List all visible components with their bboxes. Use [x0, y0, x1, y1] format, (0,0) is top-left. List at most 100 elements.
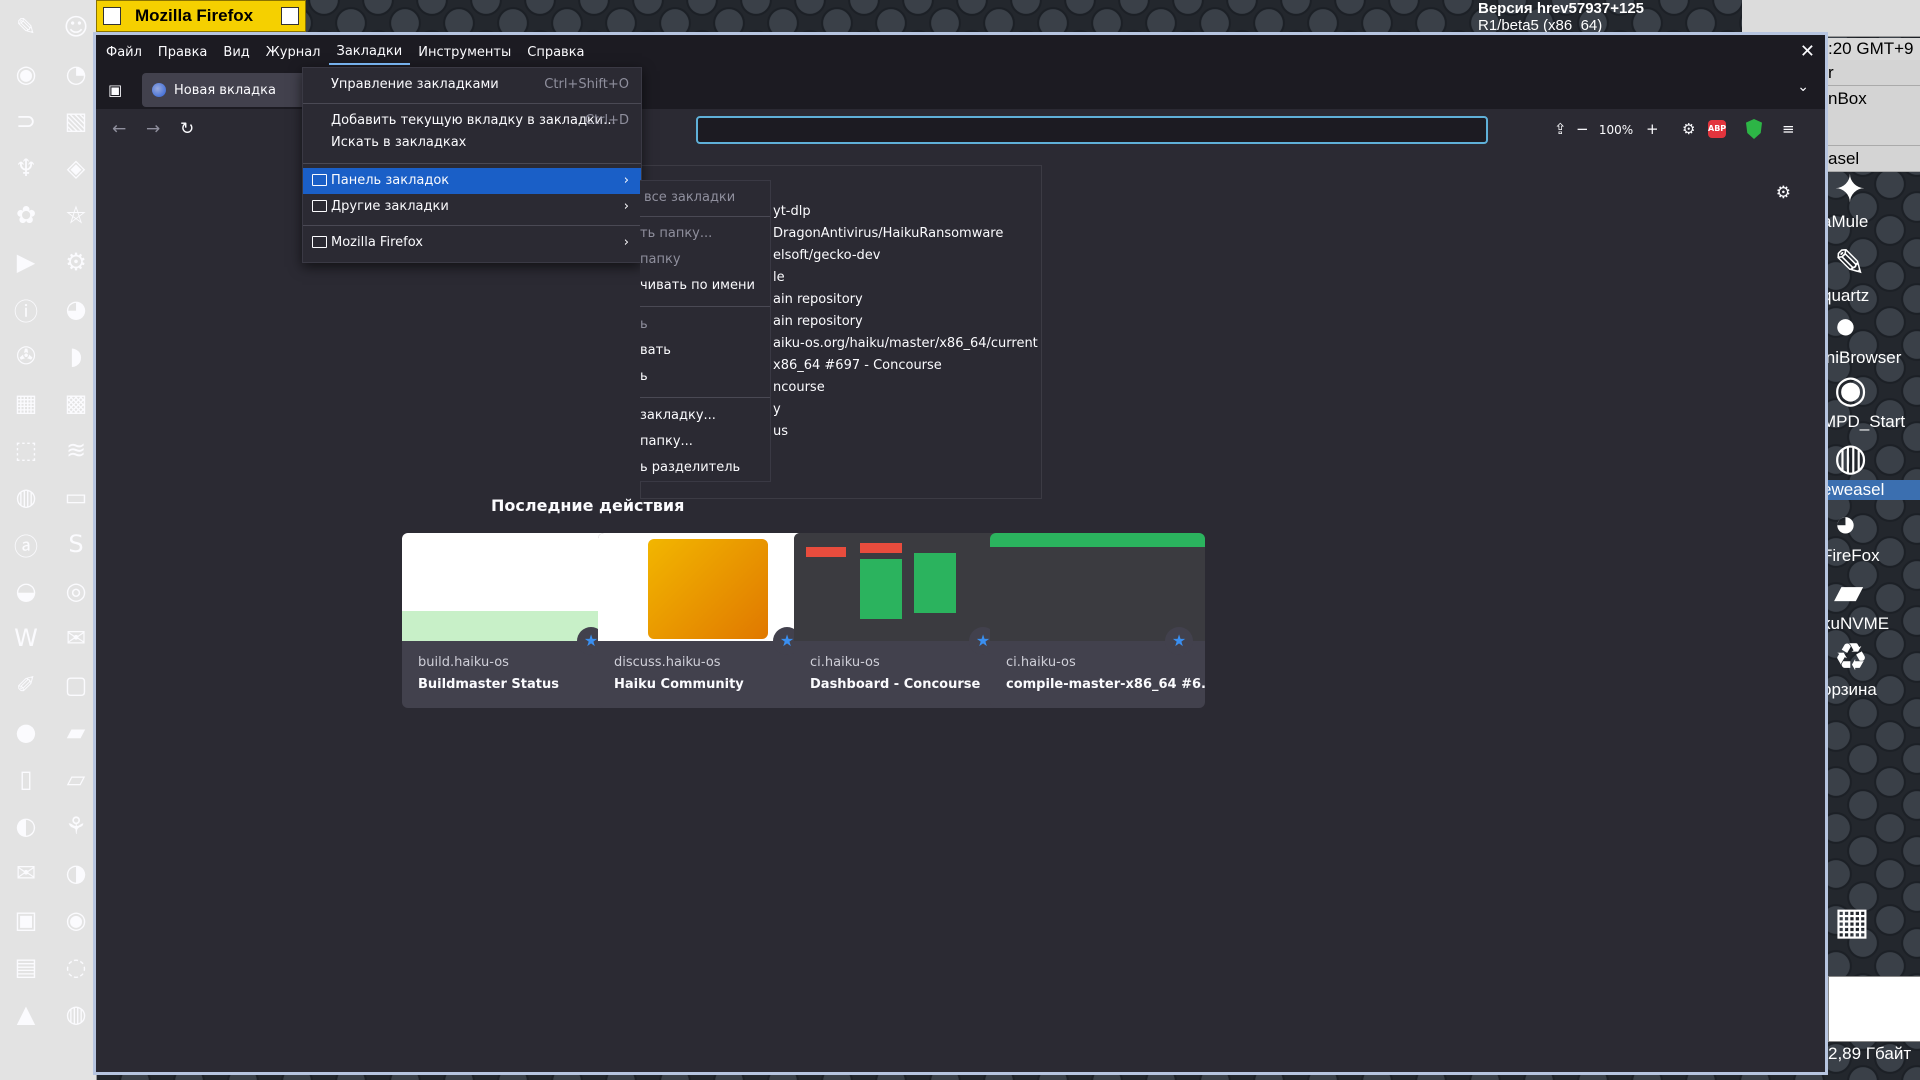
menu-item-mozilla-firefox[interactable]: Mozilla Firefox ›: [303, 230, 641, 256]
app-icon[interactable]: ●: [9, 711, 43, 753]
share-icon[interactable]: ⇪: [1554, 120, 1567, 138]
menu-history[interactable]: Журнал: [258, 42, 329, 64]
app-icon[interactable]: ◑: [59, 852, 93, 894]
app-icon[interactable]: ▰: [59, 711, 93, 753]
bookmark-item[interactable]: y: [773, 402, 781, 417]
gear-icon[interactable]: ⚙: [1682, 120, 1695, 138]
app-icon[interactable]: ▦: [9, 382, 43, 424]
menu-item-search-bookmarks[interactable]: Искать в закладках: [303, 130, 641, 156]
app-icon[interactable]: ⚙: [59, 241, 93, 283]
app-icon[interactable]: W: [9, 617, 43, 659]
desktop-icon-amule[interactable]: ✦ aMule: [1822, 168, 1920, 232]
menu-item-manage-bookmarks[interactable]: Управление закладками Ctrl+Shift+O: [303, 72, 641, 98]
menu-tools[interactable]: Инструменты: [410, 42, 519, 64]
menu-item-add-folder[interactable]: папку...: [640, 429, 770, 455]
gear-icon[interactable]: ⚙: [1776, 183, 1791, 203]
back-icon[interactable]: ←: [112, 119, 126, 139]
bookmark-item[interactable]: ain repository: [773, 314, 863, 329]
app-icon[interactable]: ◉: [59, 899, 93, 941]
app-icon[interactable]: ♆: [9, 147, 43, 189]
menu-item-open-all[interactable]: все закладки: [640, 185, 770, 211]
app-icon[interactable]: ◕: [59, 288, 93, 330]
app-icon[interactable]: ◒: [9, 570, 43, 612]
app-icon[interactable]: ☺: [59, 6, 93, 48]
bookmark-item[interactable]: yt-dlp: [773, 204, 811, 219]
app-icon[interactable]: ✇: [9, 335, 43, 377]
bookmark-item[interactable]: us: [773, 424, 788, 439]
recent-card[interactable]: ★ ci.haiku-os compile-master-x86_64 #6..…: [990, 533, 1205, 708]
app-icon[interactable]: ⓘ: [9, 288, 43, 330]
menu-item[interactable]: вать: [640, 338, 770, 364]
close-icon[interactable]: ✕: [1800, 41, 1815, 62]
app-icon[interactable]: ⬚: [9, 429, 43, 471]
zoom-in-icon[interactable]: +: [1646, 120, 1659, 138]
reload-icon[interactable]: ↻: [180, 119, 194, 139]
bookmark-item[interactable]: elsoft/gecko-dev: [773, 248, 880, 263]
desktop-icon-mpd[interactable]: ◉ MPD_Start: [1822, 368, 1920, 432]
app-icon[interactable]: ▩: [59, 382, 93, 424]
menu-item-add-separator[interactable]: ь разделитель: [640, 455, 770, 481]
zoom-level[interactable]: 100%: [1594, 119, 1638, 141]
app-icon[interactable]: ✎: [9, 6, 43, 48]
app-icon[interactable]: S: [59, 523, 93, 565]
shield-icon[interactable]: [1746, 119, 1762, 139]
app-icon[interactable]: ▧: [59, 100, 93, 142]
menu-item[interactable]: ь: [640, 364, 770, 390]
recent-card[interactable]: ★ ci.haiku-os Dashboard - Concourse: [794, 533, 1009, 708]
window-zoom-box[interactable]: [281, 7, 299, 25]
app-icon[interactable]: ⛤: [59, 194, 93, 236]
app-icon[interactable]: ▱: [59, 758, 93, 800]
app-icon[interactable]: ◉: [9, 53, 43, 95]
menu-file[interactable]: Файл: [98, 42, 150, 64]
app-icon[interactable]: ⊃: [9, 100, 43, 142]
url-bar[interactable]: [696, 116, 1488, 144]
menu-item-add-bookmark[interactable]: закладку...: [640, 403, 770, 429]
firefox-view-icon[interactable]: ▣: [108, 81, 128, 99]
adblock-icon[interactable]: ABP: [1708, 120, 1726, 138]
bookmark-item[interactable]: ncourse: [773, 380, 825, 395]
bookmark-item[interactable]: aiku-os.org/haiku/master/x86_64/current: [773, 336, 1038, 351]
app-icon[interactable]: ✉: [59, 617, 93, 659]
app-icon[interactable]: ✐: [9, 664, 43, 706]
desktop-icon-cube[interactable]: ▦: [1822, 900, 1920, 944]
app-icon[interactable]: ▣: [9, 899, 43, 941]
app-icon[interactable]: ◔: [59, 53, 93, 95]
menu-item-new-folder[interactable]: ть папку...: [640, 221, 770, 247]
menu-item-folder[interactable]: папку: [640, 247, 770, 273]
menu-item-sort-by-name[interactable]: чивать по имени: [640, 273, 770, 299]
app-icon[interactable]: ⚘: [59, 805, 93, 847]
desktop-icon-trash[interactable]: ♻ орзина: [1822, 636, 1920, 700]
app-icon[interactable]: ▲: [9, 993, 43, 1035]
desktop-icon-iceweasel[interactable]: ◍ eweasel: [1822, 436, 1920, 500]
window-tab[interactable]: Mozilla Firefox: [96, 0, 306, 32]
chevron-down-icon[interactable]: ⌄: [1797, 79, 1809, 95]
menu-view[interactable]: Вид: [215, 42, 257, 64]
app-icon[interactable]: ✉: [9, 852, 43, 894]
app-icon[interactable]: ◗: [59, 335, 93, 377]
menu-bookmarks[interactable]: Закладки: [328, 41, 411, 65]
desktop-icon-minibrowser[interactable]: ● iniBrowser: [1822, 304, 1920, 368]
forward-icon[interactable]: →: [146, 119, 160, 139]
app-icon[interactable]: ⓐ: [9, 523, 43, 565]
menu-edit[interactable]: Правка: [150, 42, 215, 64]
recent-card[interactable]: ★ discuss.haiku-os Haiku Community: [598, 533, 813, 708]
menu-item[interactable]: ь: [640, 312, 770, 338]
menu-help[interactable]: Справка: [519, 42, 592, 64]
app-icon[interactable]: ▭: [59, 476, 93, 518]
desktop-icon-firefox[interactable]: ◕ FireFox: [1822, 502, 1920, 566]
app-icon[interactable]: ◎: [59, 570, 93, 612]
app-icon[interactable]: ◈: [59, 147, 93, 189]
window-close-box[interactable]: [103, 7, 121, 25]
app-icon[interactable]: ≋: [59, 429, 93, 471]
zoom-out-icon[interactable]: −: [1576, 120, 1589, 138]
bookmark-item[interactable]: le: [773, 270, 785, 285]
bookmark-item[interactable]: ain repository: [773, 292, 863, 307]
desktop-icon-quartz[interactable]: ✎ quartz: [1822, 242, 1920, 306]
app-icon[interactable]: ▶: [9, 241, 43, 283]
hamburger-menu-icon[interactable]: ≡: [1782, 120, 1795, 138]
app-icon[interactable]: ◌: [59, 946, 93, 988]
app-icon[interactable]: ▯: [9, 758, 43, 800]
app-icon[interactable]: ◍: [9, 476, 43, 518]
app-icon[interactable]: ◍: [59, 993, 93, 1035]
app-icon[interactable]: ▢: [59, 664, 93, 706]
